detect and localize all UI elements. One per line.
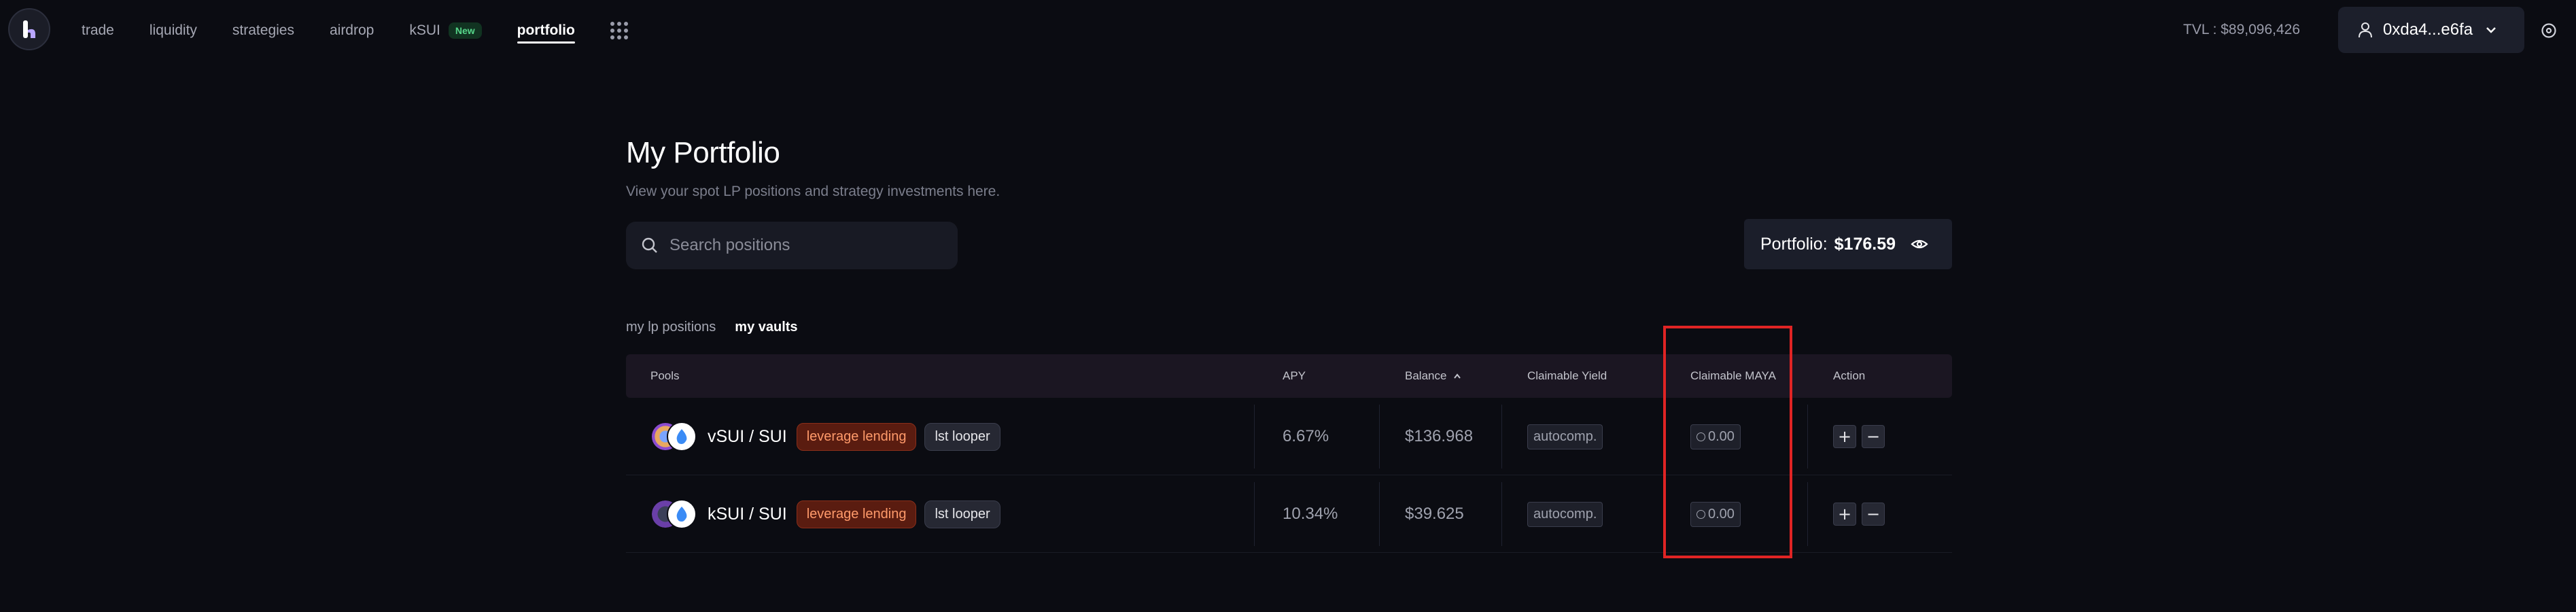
nav-airdrop[interactable]: airdrop bbox=[330, 22, 374, 39]
claimable-yield-badge: autocomp. bbox=[1527, 424, 1603, 449]
search-box[interactable] bbox=[626, 222, 958, 269]
sui-token-icon bbox=[667, 499, 697, 529]
col-balance-label: Balance bbox=[1405, 369, 1447, 382]
pool-cell: vSUI / SUI leverage lending lst looper bbox=[650, 398, 1000, 475]
col-action: Action bbox=[1833, 369, 1866, 382]
lst-looper-tag: lst looper bbox=[924, 500, 1000, 528]
search-input[interactable] bbox=[669, 236, 941, 255]
nav-strategies[interactable]: strategies bbox=[232, 22, 294, 39]
wallet-address: 0xda4...e6fa bbox=[2383, 20, 2473, 39]
col-claimable-yield: Claimable Yield bbox=[1527, 369, 1607, 382]
apps-grid-icon[interactable] bbox=[610, 22, 628, 39]
nav-strategies-label: strategies bbox=[232, 22, 294, 38]
search-icon bbox=[642, 237, 657, 253]
app-logo[interactable] bbox=[8, 8, 50, 50]
portfolio-value: $176.59 bbox=[1834, 234, 1896, 254]
claimable-yield-badge: autocomp. bbox=[1527, 501, 1603, 527]
pool-pair: kSUI / SUI bbox=[708, 504, 787, 524]
wallet-button[interactable]: 0xda4...e6fa bbox=[2338, 7, 2524, 53]
nav-ksui[interactable]: kSUI New bbox=[409, 22, 482, 39]
remove-position-button[interactable]: − bbox=[1862, 425, 1885, 448]
tab-my-lp-positions[interactable]: my lp positions bbox=[626, 320, 716, 335]
nav-liquidity-label: liquidity bbox=[149, 22, 197, 38]
top-bar: trade liquidity strategies airdrop kSUI … bbox=[0, 0, 2576, 61]
balance-value: $39.625 bbox=[1405, 505, 1464, 523]
sort-up-icon bbox=[1454, 373, 1461, 379]
page-subtitle: View your spot LP positions and strategy… bbox=[626, 184, 1000, 199]
chevron-down-icon bbox=[2486, 27, 2496, 33]
nav-ksui-label: kSUI bbox=[409, 22, 440, 38]
col-apy: APY bbox=[1283, 369, 1306, 382]
eye-icon[interactable] bbox=[1911, 237, 1928, 251]
user-icon bbox=[2359, 22, 2372, 38]
add-position-button[interactable]: + bbox=[1833, 425, 1856, 448]
portfolio-total: Portfolio: $176.59 bbox=[1744, 219, 1952, 269]
col-balance[interactable]: Balance bbox=[1405, 369, 1461, 383]
nav-trade-label: trade bbox=[82, 22, 114, 38]
main-nav: trade liquidity strategies airdrop kSUI … bbox=[82, 0, 628, 61]
pool-cell: kSUI / SUI leverage lending lst looper bbox=[650, 475, 1000, 553]
tab-my-vaults[interactable]: my vaults bbox=[735, 320, 797, 335]
nav-liquidity[interactable]: liquidity bbox=[150, 22, 197, 39]
position-tabs: my lp positions my vaults bbox=[626, 320, 817, 335]
leverage-lending-tag: leverage lending bbox=[796, 422, 917, 451]
remove-position-button[interactable]: − bbox=[1862, 503, 1885, 526]
settings-icon[interactable] bbox=[2541, 22, 2557, 39]
token-pair-icons bbox=[650, 496, 699, 532]
pool-pair: vSUI / SUI bbox=[708, 426, 787, 446]
portfolio-label: Portfolio: bbox=[1760, 234, 1828, 254]
tvl-value: TVL : $89,096,426 bbox=[2183, 22, 2301, 37]
col-pools: Pools bbox=[650, 369, 680, 382]
apy-value: 6.67% bbox=[1283, 427, 1329, 445]
new-badge: New bbox=[448, 22, 482, 39]
nav-airdrop-label: airdrop bbox=[329, 22, 375, 38]
logo-icon bbox=[23, 20, 35, 38]
leverage-lending-tag: leverage lending bbox=[796, 500, 917, 528]
balance-value: $136.968 bbox=[1405, 427, 1474, 445]
claimable-maya-highlight-box bbox=[1663, 326, 1792, 558]
token-pair-icons bbox=[650, 419, 699, 454]
add-position-button[interactable]: + bbox=[1833, 503, 1856, 526]
sui-token-icon bbox=[667, 422, 697, 452]
page-title: My Portfolio bbox=[626, 136, 780, 169]
nav-portfolio-label: portfolio bbox=[517, 22, 575, 38]
nav-portfolio[interactable]: portfolio bbox=[517, 22, 575, 44]
nav-trade[interactable]: trade bbox=[82, 22, 114, 39]
apy-value: 10.34% bbox=[1283, 505, 1338, 523]
lst-looper-tag: lst looper bbox=[924, 422, 1000, 451]
